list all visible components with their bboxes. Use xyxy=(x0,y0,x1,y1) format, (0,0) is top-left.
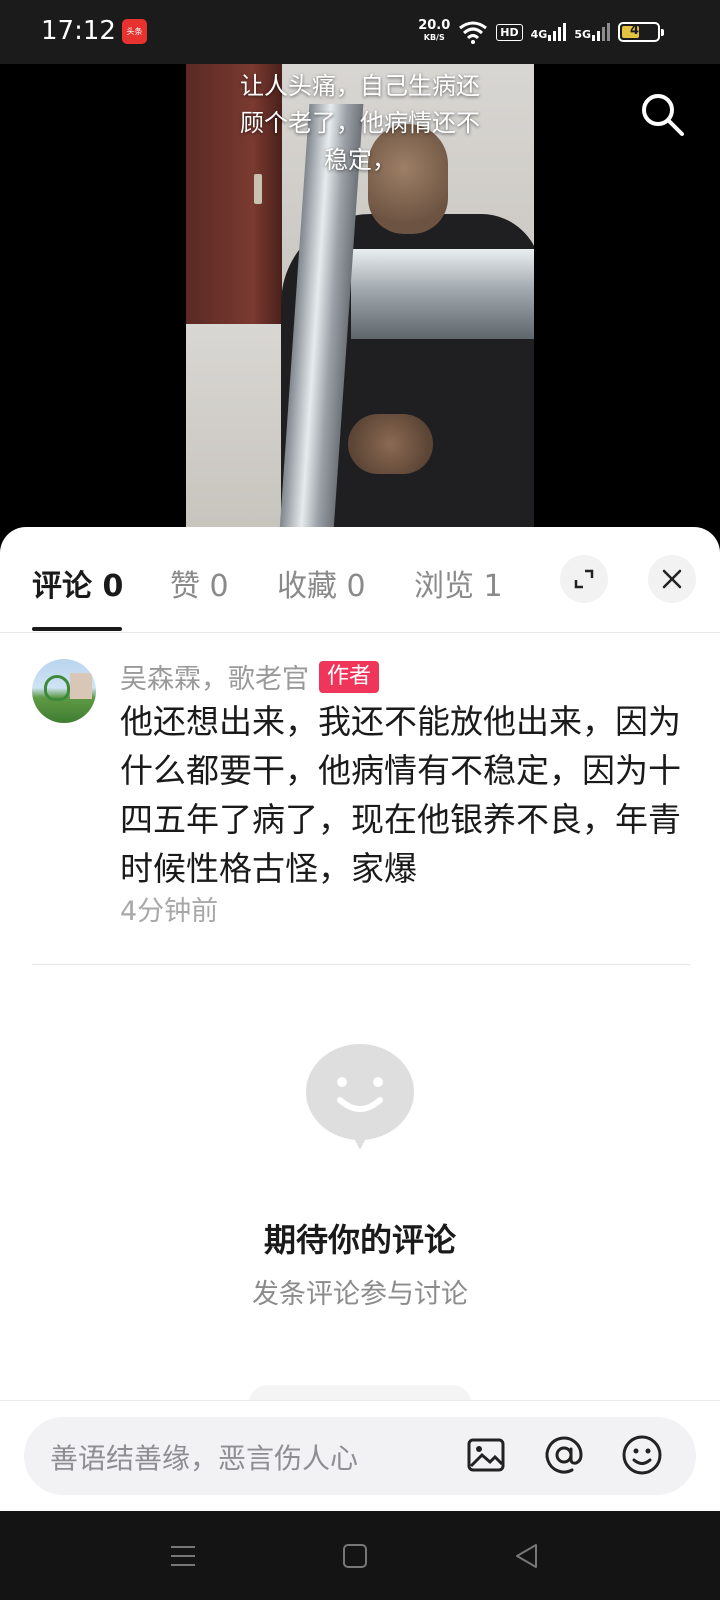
author-badge: 作者 xyxy=(319,660,380,693)
smile-bubble-icon xyxy=(306,1044,414,1150)
expand-icon xyxy=(574,569,594,589)
status-bar: 17:12 头条 20.0 KB/S HD 4G 5G 49 xyxy=(0,0,720,64)
comment-author[interactable]: 吴森霖，歌老官 xyxy=(120,657,309,696)
emoji-icon[interactable] xyxy=(620,1433,664,1477)
empty-state-subtitle: 发条评论参与讨论 xyxy=(252,1279,468,1310)
avatar[interactable] xyxy=(32,659,96,723)
active-tab-indicator xyxy=(32,627,122,631)
tab-bar: 评论 0 赞 0 收藏 0 浏览 1 xyxy=(0,527,720,633)
home-icon[interactable] xyxy=(340,1541,370,1571)
hd-icon: HD xyxy=(496,23,523,41)
comment-input[interactable]: 善语结善缘，恶言伤人心 xyxy=(24,1417,696,1495)
divider xyxy=(32,964,690,965)
expand-button[interactable] xyxy=(560,555,608,603)
tab-comments[interactable]: 评论 0 xyxy=(32,561,123,605)
comment-input-bar: 善语结善缘，恶言伤人心 xyxy=(0,1400,720,1511)
comment-meta: 吴森霖，歌老官 作者 xyxy=(120,657,380,696)
close-icon xyxy=(662,569,682,589)
tab-views[interactable]: 浏览 1 xyxy=(414,561,503,605)
video-player[interactable]: 让人头痛，自己生病还 顾个老了，他病情还不 稳定， xyxy=(0,64,720,534)
at-icon[interactable] xyxy=(542,1433,586,1477)
search-icon[interactable] xyxy=(638,90,686,138)
wifi-icon xyxy=(459,21,488,44)
comment-text[interactable]: 他还想出来，我还不能放他出来，因为什么都要干，他病情有不稳定，因为十四五年了病了… xyxy=(120,697,690,893)
tab-likes[interactable]: 赞 0 xyxy=(170,561,229,605)
signal-5g: 5G xyxy=(574,23,610,41)
signal-4g: 4G xyxy=(531,23,567,41)
net-speed: 20.0 KB/S xyxy=(418,18,451,42)
battery-icon: 49 xyxy=(618,22,664,42)
status-time: 17:12 xyxy=(41,16,116,46)
back-icon[interactable] xyxy=(512,1541,542,1571)
signal-bars-icon xyxy=(592,23,610,41)
tab-favorites[interactable]: 收藏 0 xyxy=(277,561,366,605)
image-icon[interactable] xyxy=(464,1433,508,1477)
close-button[interactable] xyxy=(648,555,696,603)
video-caption: 让人头痛，自己生病还 顾个老了，他病情还不 稳定， xyxy=(240,72,480,174)
comment-time: 4分钟前 xyxy=(120,896,219,927)
toutiao-app-icon: 头条 xyxy=(122,19,147,44)
signal-bars-icon xyxy=(548,23,567,41)
menu-icon[interactable] xyxy=(168,1541,198,1571)
comment-panel: 评论 0 赞 0 收藏 0 浏览 1 吴森霖，歌老官 作者 他还想出来，我还不能… xyxy=(0,527,720,1511)
comment-input-placeholder: 善语结善缘，恶言伤人心 xyxy=(50,1442,359,1475)
status-indicators: 20.0 KB/S HD 4G 5G 49 xyxy=(418,16,664,48)
system-nav-bar xyxy=(0,1511,720,1600)
empty-state-title: 期待你的评论 xyxy=(263,1221,456,1259)
